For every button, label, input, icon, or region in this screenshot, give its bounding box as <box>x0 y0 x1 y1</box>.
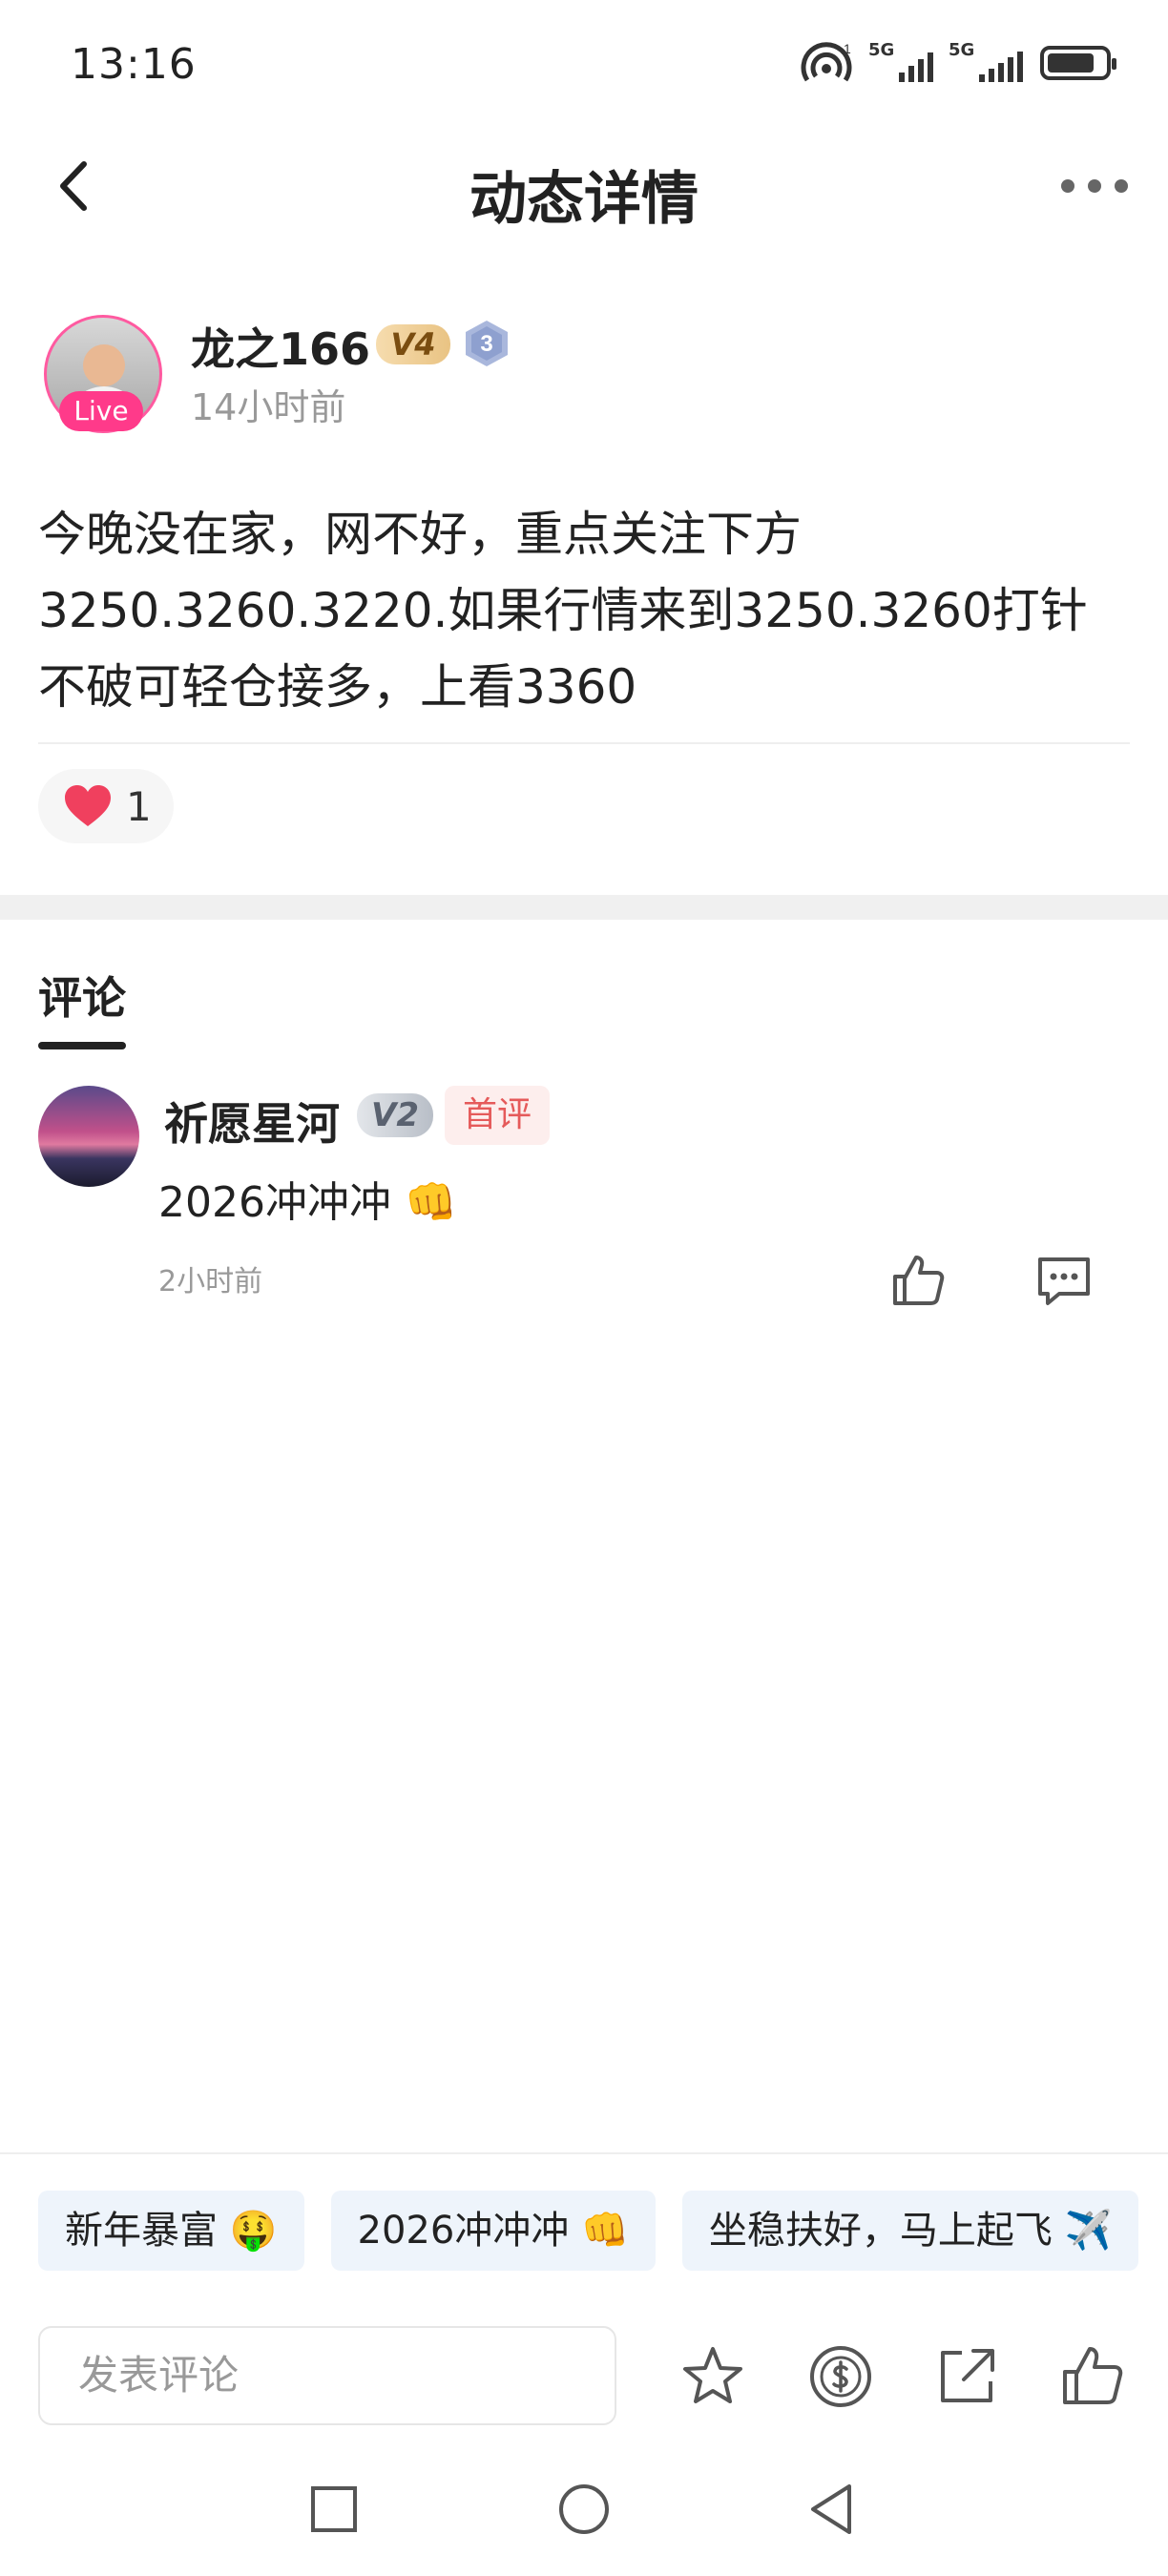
more-options-icon[interactable] <box>1061 167 1128 205</box>
star-icon[interactable] <box>679 2343 746 2410</box>
page-title: 动态详情 <box>469 166 699 233</box>
post-text: 今晚没在家，网不好，重点关注下方 3250.3260.3220.如果行情来到32… <box>38 496 1136 725</box>
quick-reply-chip[interactable]: 坐稳扶好，马上起飞 ✈️ <box>681 2191 1139 2271</box>
section-separator <box>0 895 1168 920</box>
commenter-level-badge: V2 <box>357 1093 433 1137</box>
like-count: 1 <box>126 782 152 830</box>
first-comment-badge: 首评 <box>445 1086 550 1145</box>
svg-text:3: 3 <box>480 331 492 357</box>
share-icon[interactable] <box>933 2343 1000 2410</box>
post-line: 3250.3260.3220.如果行情来到3250.3260打针 <box>38 583 1088 638</box>
signal-icon-2: 5G <box>949 40 1023 82</box>
author-name[interactable]: 龙之166 <box>191 315 370 378</box>
post-like-button[interactable]: 1 <box>38 769 174 843</box>
comment-time: 2小时前 <box>158 1265 263 1298</box>
thumbs-up-icon[interactable] <box>889 1252 947 1309</box>
comment-input[interactable]: 发表评论 <box>38 2326 616 2425</box>
commenter-name[interactable]: 祈愿星河 <box>164 1090 340 1153</box>
recent-apps-icon[interactable] <box>305 2481 363 2538</box>
reply-comment-icon[interactable] <box>1034 1254 1094 1309</box>
hotspot-icon: 1 <box>801 42 852 82</box>
signal-icon-1: 5G <box>868 40 933 82</box>
post-line: 不破可轻仓接多，上看3360 <box>38 659 637 715</box>
svg-text:1: 1 <box>844 42 851 56</box>
quick-reply-chip[interactable]: 新年暴富 🤑 <box>38 2191 304 2271</box>
battery-icon <box>1040 46 1116 80</box>
system-back-icon[interactable] <box>803 2481 861 2538</box>
status-time: 13:16 <box>71 40 197 89</box>
author-level-badge: V4 <box>376 324 450 364</box>
post-line: 今晚没在家，网不好，重点关注下方 <box>38 507 802 562</box>
live-badge: Live <box>59 391 143 431</box>
coin-icon[interactable] <box>807 2343 874 2410</box>
quick-reply-chip[interactable]: 2026冲冲冲 👊 <box>330 2191 656 2271</box>
comment-text: 2026冲冲冲 👊 <box>158 1178 457 1227</box>
thumbs-up-icon[interactable] <box>1059 2343 1126 2410</box>
tab-comments[interactable]: 评论 <box>38 964 126 1027</box>
tab-underline <box>38 1042 126 1049</box>
post-time: 14小时前 <box>191 386 346 428</box>
divider <box>38 742 1130 744</box>
divider <box>0 2152 1168 2154</box>
home-icon[interactable] <box>555 2481 613 2538</box>
commenter-avatar[interactable] <box>38 1086 139 1187</box>
heart-icon <box>65 785 111 826</box>
status-icons: 1 5G 5G <box>800 40 1116 84</box>
rank-badge-icon: 3 <box>466 321 508 366</box>
quick-reply-bar: 新年暴富 🤑 2026冲冲冲 👊 坐稳扶好，马上起飞 ✈️ <box>38 2191 1139 2271</box>
